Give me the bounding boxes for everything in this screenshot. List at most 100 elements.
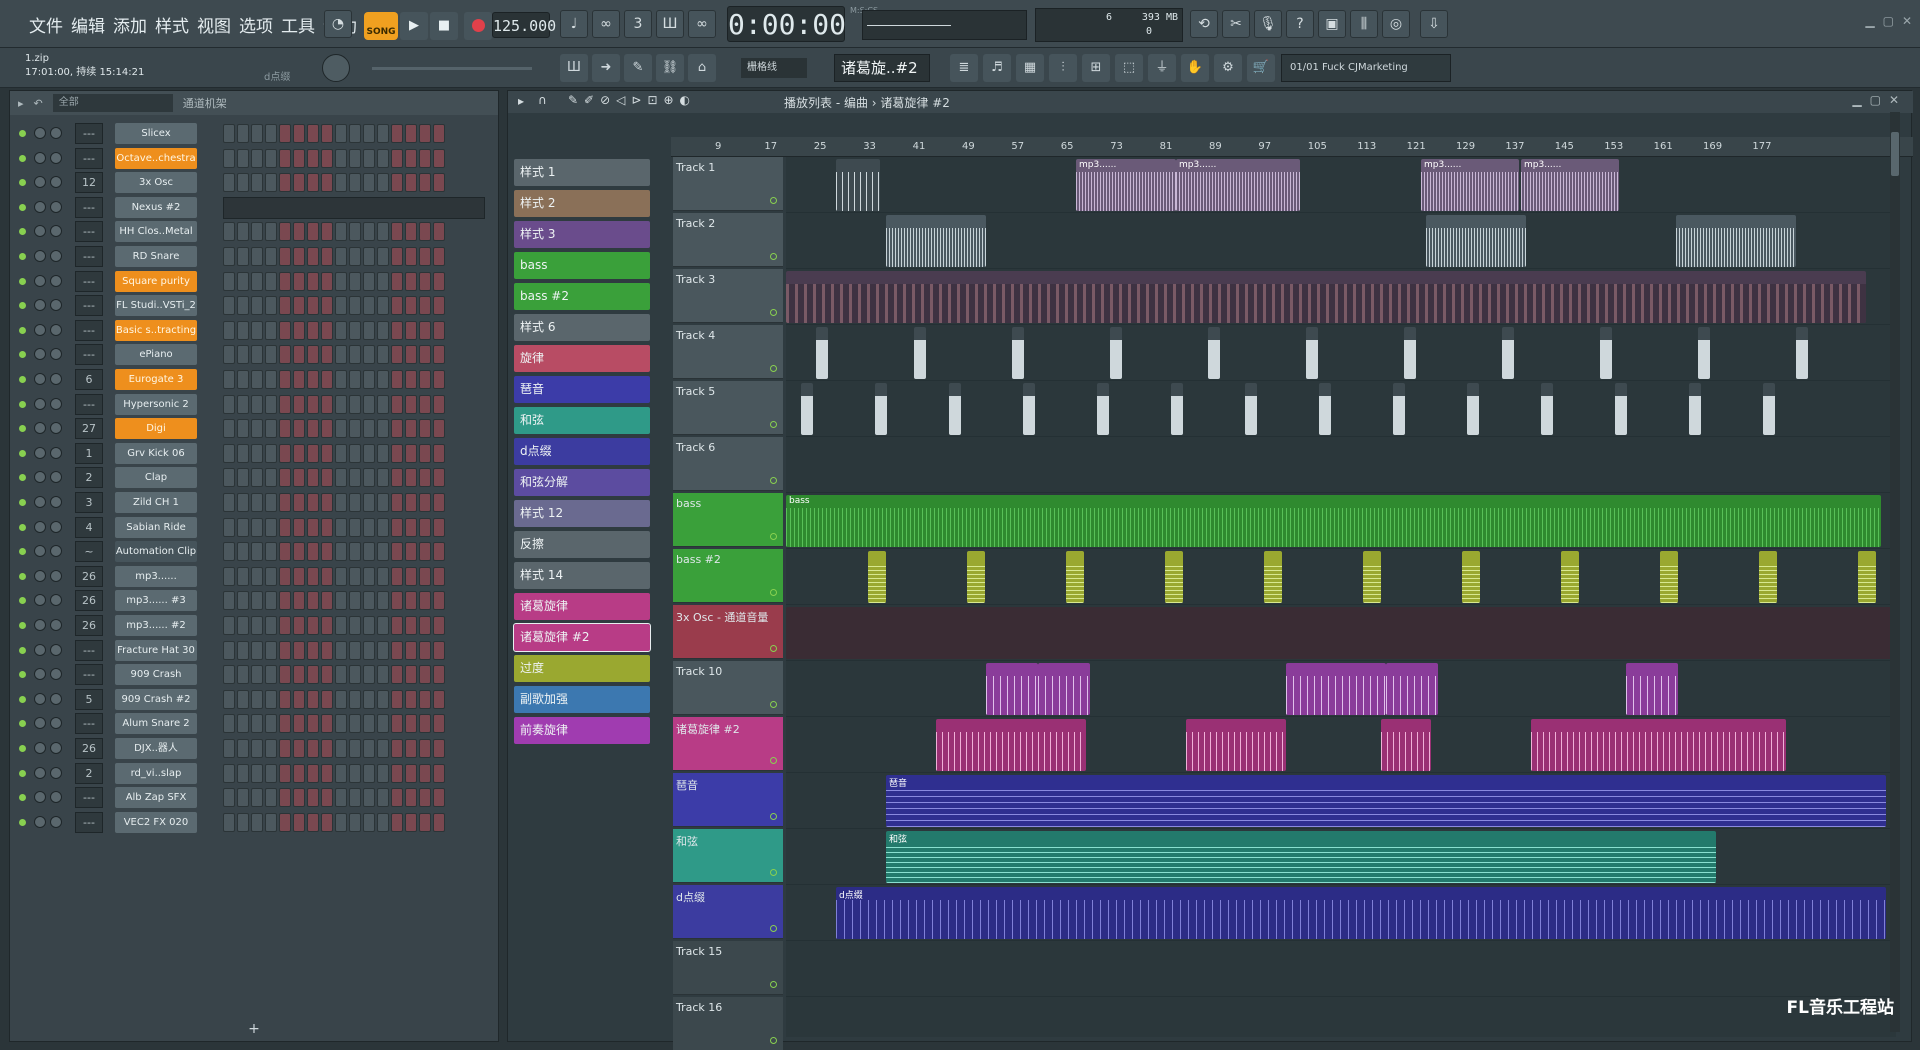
track-lane[interactable]	[786, 605, 1896, 661]
channel-mute-led[interactable]	[19, 277, 26, 285]
mixer-track-number[interactable]: ---	[75, 639, 103, 661]
step-button[interactable]	[237, 468, 249, 488]
step-button[interactable]	[433, 542, 445, 562]
record-button[interactable]	[464, 12, 492, 40]
step-button[interactable]	[279, 714, 291, 734]
step-button[interactable]	[293, 812, 305, 832]
playlist-clip[interactable]	[1363, 551, 1381, 603]
playlist-clip[interactable]: 和弦	[886, 831, 1716, 883]
step-button[interactable]	[237, 419, 249, 439]
mixer-track-number[interactable]: ---	[75, 393, 103, 415]
track-header[interactable]: 诸葛旋律 #2	[673, 717, 783, 771]
playlist-clip[interactable]	[1110, 327, 1122, 379]
step-button[interactable]	[405, 394, 417, 414]
piano-roll-icon[interactable]: ♬	[983, 54, 1011, 82]
mixer-track-number[interactable]: 26	[75, 590, 103, 612]
track-header[interactable]: d点缀	[673, 885, 783, 939]
step-button[interactable]	[237, 714, 249, 734]
step-button[interactable]	[251, 566, 263, 586]
step-button[interactable]	[251, 591, 263, 611]
step-button[interactable]	[293, 394, 305, 414]
step-button[interactable]	[251, 739, 263, 758]
step-button[interactable]	[307, 222, 319, 242]
channel-pan-knob[interactable]	[34, 127, 46, 139]
channel-mute-led[interactable]	[19, 794, 26, 802]
step-button[interactable]	[363, 640, 375, 660]
playlist-clip[interactable]	[1264, 551, 1282, 603]
step-button[interactable]	[265, 566, 277, 586]
step-button[interactable]	[265, 763, 277, 783]
step-button[interactable]	[377, 788, 389, 808]
channel-pan-knob[interactable]	[34, 496, 46, 508]
channel-mute-led[interactable]	[19, 597, 26, 605]
step-grid[interactable]	[223, 640, 485, 660]
step-button[interactable]	[335, 345, 347, 365]
channel-volume-knob[interactable]	[50, 717, 62, 730]
step-button[interactable]	[223, 739, 235, 758]
pattern-item[interactable]: 样式 2	[514, 190, 650, 217]
step-button[interactable]	[223, 689, 235, 709]
step-button[interactable]	[433, 247, 445, 266]
channel-mute-led[interactable]	[19, 130, 26, 137]
track-header[interactable]: Track 1	[673, 157, 783, 211]
step-button[interactable]	[433, 616, 445, 635]
step-button[interactable]	[433, 739, 445, 758]
step-button[interactable]	[279, 665, 291, 685]
step-button[interactable]	[321, 271, 333, 291]
step-button[interactable]	[349, 148, 361, 168]
step-button[interactable]	[293, 689, 305, 709]
playlist-clip[interactable]	[1023, 383, 1035, 435]
step-button[interactable]	[237, 320, 249, 340]
step-button[interactable]	[419, 566, 431, 586]
playlist-clip[interactable]	[1689, 383, 1701, 435]
pattern-item[interactable]: 琶音	[514, 376, 650, 403]
step-button[interactable]	[307, 640, 319, 660]
track-mute-indicator[interactable]	[770, 533, 777, 540]
track-header[interactable]: bass #2	[673, 549, 783, 603]
step-button[interactable]	[335, 616, 347, 635]
step-button[interactable]	[251, 320, 263, 340]
magnet-icon[interactable]: ∩	[538, 93, 547, 107]
step-button[interactable]	[237, 394, 249, 414]
step-button[interactable]	[405, 788, 417, 808]
step-button[interactable]	[363, 566, 375, 586]
step-grid[interactable]	[223, 566, 485, 586]
channel-row[interactable]: --- FL Studi..VSTi_2	[10, 293, 498, 318]
step-button[interactable]	[349, 616, 361, 635]
playlist-clip[interactable]	[1600, 327, 1612, 379]
step-button[interactable]	[279, 370, 291, 389]
playlist-clip[interactable]	[786, 271, 1866, 323]
scroll-thumb[interactable]	[1891, 132, 1899, 176]
channel-row[interactable]: 2 Clap	[10, 465, 498, 490]
step-button[interactable]	[405, 419, 417, 439]
step-button[interactable]	[391, 665, 403, 685]
track-mute-indicator[interactable]	[770, 589, 777, 596]
playlist-clip[interactable]	[1319, 383, 1331, 435]
step-button[interactable]	[363, 517, 375, 537]
step-button[interactable]	[279, 812, 291, 832]
step-button[interactable]	[237, 665, 249, 685]
mixer-track-number[interactable]: ---	[75, 664, 103, 686]
step-button[interactable]	[279, 788, 291, 808]
mixer-track-number[interactable]: ---	[75, 344, 103, 366]
step-button[interactable]	[349, 566, 361, 586]
channel-volume-knob[interactable]	[50, 643, 62, 656]
step-button[interactable]	[335, 566, 347, 586]
step-button[interactable]	[293, 493, 305, 512]
menu-view[interactable]: 视图	[194, 12, 234, 37]
playlist-window-controls[interactable]: ▁▢✕	[1852, 93, 1907, 107]
step-button[interactable]	[265, 812, 277, 832]
channel-mute-led[interactable]	[19, 302, 26, 310]
channel-mute-led[interactable]	[19, 179, 26, 187]
tempo-display[interactable]: 125.000	[492, 12, 556, 38]
pattern-item[interactable]: 旋律	[514, 345, 650, 372]
step-button[interactable]	[293, 640, 305, 660]
step-button[interactable]	[405, 148, 417, 168]
close-icon[interactable]: ✕	[1902, 14, 1912, 28]
step-button[interactable]	[237, 222, 249, 242]
step-button[interactable]	[279, 345, 291, 365]
step-button[interactable]	[335, 517, 347, 537]
step-grid[interactable]	[223, 296, 485, 316]
step-button[interactable]	[349, 320, 361, 340]
pattern-item[interactable]: 诸葛旋律	[514, 593, 650, 620]
